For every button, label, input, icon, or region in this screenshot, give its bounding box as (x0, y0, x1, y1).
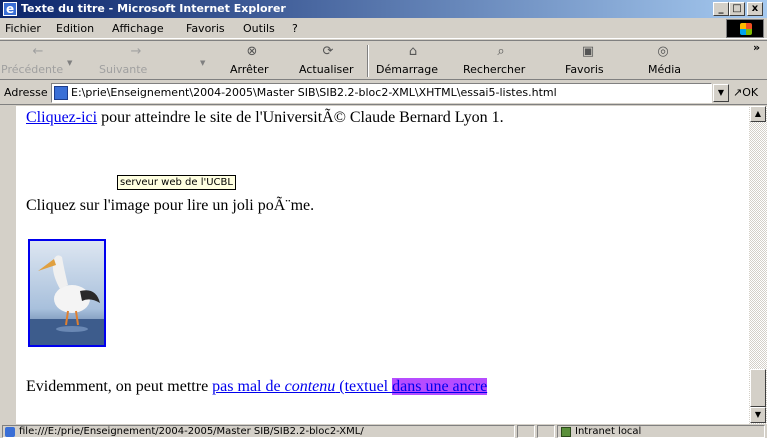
menu-edition[interactable]: Edition (56, 22, 94, 35)
search-icon: ⌕ (497, 44, 505, 59)
favorites-label: Favoris (565, 63, 604, 76)
favorites-icon: ▣ (581, 44, 595, 59)
search-label: Rechercher (463, 63, 526, 76)
media-icon: ◎ (657, 44, 669, 59)
toolbar-separator (367, 45, 369, 77)
minimize-button[interactable]: _ (713, 2, 729, 16)
search-button[interactable]: ⌕ Rechercher (458, 41, 543, 79)
ie-page-icon (5, 427, 15, 437)
menu-fichier[interactable]: Fichier (5, 22, 41, 35)
intranet-zone-icon (561, 427, 571, 437)
status-url: file:///E:/prie/Enseignement/2004-2005/M… (19, 426, 364, 437)
title-bar: Texte du titre - Microsoft Internet Expl… (0, 0, 767, 18)
maximize-button[interactable]: □ (729, 2, 745, 16)
anchor-prefix: Evidemment, on peut mettre (26, 378, 213, 395)
refresh-icon: ⟳ (322, 44, 334, 59)
scroll-thumb[interactable] (750, 369, 766, 407)
toolbar: ← ▼ Précédente → ▼ Suivante ⊗ Arrêter ⟳ … (0, 40, 767, 80)
address-url[interactable]: E:\prie\Enseignement\2004-2005\Master SI… (71, 86, 557, 99)
ucbl-text: pour atteindre le site de l'UniversitÃ© … (97, 109, 504, 126)
toolbar-more-button[interactable]: » (753, 41, 760, 54)
forward-button[interactable]: → ▼ Suivante (94, 41, 205, 79)
browser-window: Texte du titre - Microsoft Internet Expl… (0, 0, 767, 438)
refresh-label: Actualiser (299, 63, 354, 76)
windows-logo-icon (726, 19, 764, 38)
stop-label: Arrêter (230, 63, 269, 76)
menu-outils[interactable]: Outils (243, 22, 275, 35)
back-arrow-icon: ← (32, 44, 44, 59)
back-label: Précédente (1, 63, 64, 76)
stop-button[interactable]: ⊗ Arrêter (222, 41, 282, 79)
menu-favoris[interactable]: Favoris (186, 22, 225, 35)
paragraph-ucbl: Cliquez-ici pour atteindre le site de l'… (26, 109, 504, 127)
status-zone-panel: Intranet local (557, 425, 765, 438)
chevron-down-icon[interactable]: ▼ (200, 59, 205, 67)
home-icon: ⌂ (408, 44, 418, 59)
chevron-down-icon[interactable]: ▼ (67, 59, 72, 67)
anchor-part2: (textuel (335, 378, 393, 395)
refresh-button[interactable]: ⟳ Actualiser (292, 41, 362, 79)
forward-arrow-icon: → (130, 44, 142, 59)
vertical-scrollbar[interactable]: ▲ ▼ (749, 106, 767, 424)
page-content: Cliquez-ici pour atteindre le site de l'… (16, 106, 749, 424)
status-panel-empty-2 (537, 425, 555, 438)
anchor-link[interactable]: pas mal de contenu (textuel dans une anc… (212, 378, 488, 395)
page-icon (54, 86, 68, 100)
favorites-button[interactable]: ▣ Favoris (558, 41, 618, 79)
go-button[interactable]: ↗OK (733, 86, 758, 99)
go-arrow-icon: ↗ (733, 86, 743, 99)
paragraph-anchor-content: Evidemment, on peut mettre pas mal de co… (26, 378, 488, 396)
address-bar: Adresse E:\prie\Enseignement\2004-2005\M… (0, 81, 767, 105)
window-title: Texte du titre - Microsoft Internet Expl… (21, 2, 286, 15)
forward-label: Suivante (99, 63, 148, 76)
paragraph-image-hint: Cliquez sur l'image pour lire un joli po… (26, 197, 315, 214)
back-button[interactable]: ← ▼ Précédente (0, 41, 75, 79)
anchor-selection: dans une ancre (392, 378, 488, 395)
media-button[interactable]: ◎ Média (638, 41, 688, 79)
menu-affichage[interactable]: Affichage (112, 22, 164, 35)
address-dropdown-button[interactable]: ▼ (713, 84, 729, 102)
home-label: Démarrage (376, 63, 439, 76)
ie-logo-icon (3, 0, 17, 18)
status-zone: Intranet local (575, 426, 642, 437)
scroll-up-button[interactable]: ▲ (750, 106, 766, 122)
scroll-down-button[interactable]: ▼ (750, 407, 766, 423)
pelican-image (30, 255, 104, 345)
pelican-image-link[interactable] (28, 239, 106, 347)
address-label: Adresse (4, 86, 48, 99)
menu-bar: Fichier Edition Affichage Favoris Outils… (0, 18, 767, 39)
anchor-em: contenu (284, 378, 336, 395)
stop-icon: ⊗ (246, 44, 258, 59)
media-label: Média (648, 63, 682, 76)
ucbl-link[interactable]: Cliquez-ici (26, 109, 97, 126)
address-input[interactable]: E:\prie\Enseignement\2004-2005\Master SI… (51, 83, 712, 103)
home-button[interactable]: ⌂ Démarrage (371, 41, 456, 79)
go-label: OK (742, 86, 759, 99)
status-panel-empty-1 (517, 425, 535, 438)
status-bar: file:///E:/prie/Enseignement/2004-2005/M… (0, 424, 767, 438)
anchor-part1: pas mal de (212, 378, 285, 395)
tooltip: serveur web de l'UCBL (117, 175, 236, 190)
status-url-panel: file:///E:/prie/Enseignement/2004-2005/M… (2, 425, 515, 438)
left-frame (0, 106, 16, 424)
close-button[interactable]: x (747, 2, 763, 16)
menu-help[interactable]: ? (292, 22, 298, 35)
